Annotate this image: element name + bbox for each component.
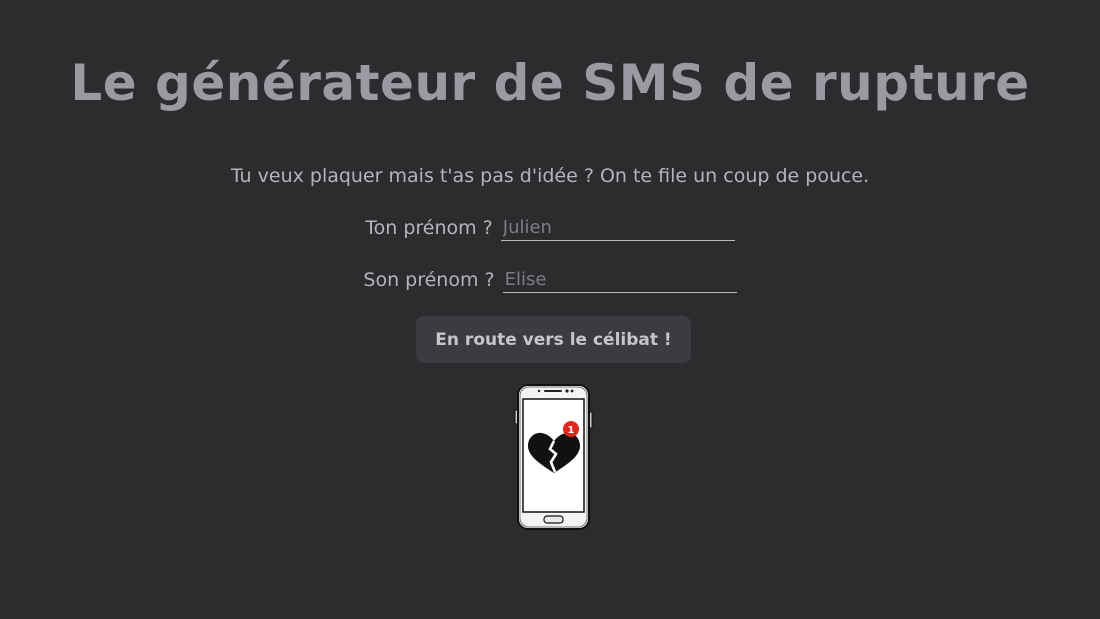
page-title: Le générateur de SMS de rupture [70, 54, 1030, 112]
intro-text: Tu veux plaquer mais t'as pas d'idée ? O… [230, 165, 870, 187]
their-name-label: Son prénom ? [363, 269, 495, 291]
your-name-label: Ton prénom ? [365, 217, 493, 239]
phone-broken-heart-icon: 1 [514, 384, 593, 530]
your-name-input[interactable] [500, 214, 735, 241]
your-name-row: Ton prénom ? [0, 214, 1100, 241]
their-name-input[interactable] [502, 266, 737, 293]
their-name-row: Son prénom ? [0, 266, 1100, 293]
notification-count: 1 [568, 425, 575, 436]
page: Le générateur de SMS de rupture Tu veux … [0, 0, 1100, 619]
generate-button[interactable]: En route vers le célibat ! [416, 316, 691, 363]
